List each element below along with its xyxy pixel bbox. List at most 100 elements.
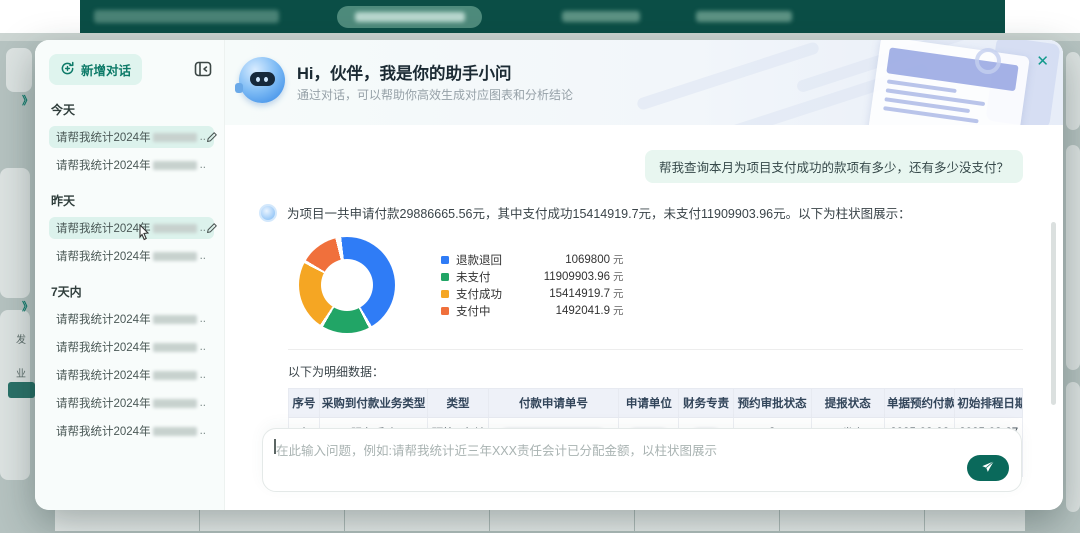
vertical-scrollbar[interactable] bbox=[1051, 222, 1056, 405]
column-header: 付款申请单号 bbox=[487, 388, 620, 419]
ellipsis: .. bbox=[199, 397, 206, 409]
blurred-text bbox=[152, 370, 197, 380]
conversation-item-text: 请帮我统计2024年 bbox=[56, 370, 151, 382]
ellipsis: .. bbox=[199, 250, 206, 262]
ellipsis: .. bbox=[199, 341, 206, 353]
background-text-fragment: 发 bbox=[16, 335, 26, 346]
background-chevron: 》 bbox=[22, 301, 33, 313]
conversation-item[interactable]: 请帮我统计2024年 .. bbox=[49, 126, 236, 148]
assistant-mini-avatar-icon bbox=[259, 204, 277, 222]
legend-value: 11909903.96 bbox=[543, 270, 610, 283]
column-header: 单据预约付款日期 bbox=[883, 388, 956, 419]
conversation-item-text: 请帮我统计2024年 bbox=[56, 160, 151, 172]
text-caret bbox=[274, 439, 276, 454]
legend-swatch bbox=[441, 255, 449, 264]
decorative-illustration bbox=[635, 40, 1063, 125]
conversation-item-text: 请帮我统计2024年 bbox=[56, 426, 151, 438]
background-card bbox=[0, 168, 30, 298]
chat-panel: Hi，伙伴，我是你的助手小问 通过对话，可以帮助你高效生成对应图表和分析结论 ✕… bbox=[225, 40, 1063, 510]
topbar-tab-active[interactable] bbox=[337, 5, 482, 28]
legend-value: 15414919.7 bbox=[549, 287, 610, 300]
legend-swatch bbox=[441, 306, 449, 315]
legend-swatch bbox=[441, 289, 449, 298]
background-text-fragment: 业 bbox=[16, 369, 26, 380]
column-header: 采购到付款业务类型 bbox=[318, 388, 429, 419]
column-header: 申请单位 bbox=[618, 388, 680, 419]
top-navbar bbox=[80, 0, 1005, 33]
legend-label: 未支付 bbox=[456, 271, 491, 284]
topbar-tab[interactable] bbox=[696, 11, 792, 22]
edit-conversation-button[interactable] bbox=[206, 222, 219, 235]
legend-label: 退款退回 bbox=[456, 254, 502, 267]
collapse-sidebar-button[interactable] bbox=[192, 59, 214, 81]
new-conversation-label: 新增对话 bbox=[81, 64, 132, 78]
section-divider bbox=[288, 349, 1023, 351]
new-chat-icon bbox=[60, 61, 75, 79]
conversation-item[interactable]: 请帮我统计2024年 .. bbox=[49, 420, 214, 442]
conversation-item-text: 请帮我统计2024年 bbox=[56, 132, 151, 144]
blurred-text bbox=[152, 132, 197, 142]
legend-unit: 元 bbox=[613, 254, 624, 267]
background-card bbox=[1066, 145, 1080, 370]
assistant-header: Hi，伙伴，我是你的助手小问 通过对话，可以帮助你高效生成对应图表和分析结论 ✕ bbox=[225, 40, 1063, 125]
legend-label: 支付成功 bbox=[456, 288, 502, 301]
collapse-panel-icon bbox=[193, 61, 213, 82]
conversation-item[interactable]: 请帮我统计2024年 .. bbox=[49, 336, 214, 358]
payment-status-chart: 退款退回 1069800 元 未支付 11909903.96 元 支付成功 15… bbox=[299, 237, 1023, 334]
blurred-text bbox=[152, 160, 197, 170]
edit-conversation-button[interactable] bbox=[206, 131, 219, 144]
background-chevron: 》 bbox=[22, 95, 33, 107]
topbar-tab-active-label-blurred bbox=[354, 11, 465, 22]
blurred-text bbox=[152, 251, 197, 261]
legend-unit: 元 bbox=[613, 288, 624, 301]
legend-value: 1492041.9 bbox=[555, 304, 610, 317]
conversation-sidebar: 新增对话 今天 请帮我统计2024年 .. 请帮我统计2024年 .. 昨天 请… bbox=[35, 40, 236, 510]
conversation-item[interactable]: 请帮我统计2024年 .. bbox=[49, 364, 214, 386]
conversation-item-text: 请帮我统计2024年 bbox=[56, 251, 151, 263]
assistant-answer-text: 为项目一共申请付款29886665.56元，其中支付成功15414919.7元，… bbox=[287, 207, 911, 221]
column-header: 财务专责 bbox=[678, 388, 734, 419]
table-header-row: 序号 采购到付款业务类型 类型 付款申请单号 申请单位 财务专责 预约审批状态 … bbox=[288, 388, 1023, 419]
donut-chart bbox=[299, 237, 395, 334]
conversation-item-text: 请帮我统计2024年 bbox=[56, 223, 151, 235]
column-header: 提报状态 bbox=[810, 388, 885, 419]
conversation-item[interactable]: 请帮我统计2024年 .. bbox=[49, 245, 214, 267]
new-conversation-button[interactable]: 新增对话 bbox=[49, 54, 143, 85]
legend-item: 支付成功 15414919.7 元 bbox=[441, 285, 624, 302]
message-composer bbox=[262, 428, 1022, 492]
conversation-item[interactable]: 请帮我统计2024年 .. bbox=[49, 392, 214, 414]
send-button[interactable] bbox=[967, 455, 1009, 481]
blurred-text bbox=[152, 426, 197, 436]
background-card bbox=[6, 48, 32, 92]
background-button-fragment bbox=[8, 382, 35, 398]
column-header: 初始排程日期 bbox=[954, 388, 1023, 419]
conversation-item-text: 请帮我统计2024年 bbox=[56, 342, 151, 354]
conversation-item-text: 请帮我统计2024年 bbox=[56, 398, 151, 410]
chart-legend: 退款退回 1069800 元 未支付 11909903.96 元 支付成功 15… bbox=[441, 251, 624, 319]
legend-swatch bbox=[441, 272, 449, 281]
ellipsis: .. bbox=[199, 425, 206, 437]
conversation-item[interactable]: 请帮我统计2024年 .. bbox=[49, 308, 214, 330]
column-header: 序号 bbox=[288, 388, 320, 419]
background-card bbox=[1066, 382, 1080, 512]
question-input[interactable] bbox=[263, 429, 1021, 491]
ellipsis: .. bbox=[199, 159, 206, 171]
detail-table-label: 以下为明细数据： bbox=[288, 365, 385, 380]
assistant-subtitle: 通过对话，可以帮助你高效生成对应图表和分析结论 bbox=[297, 88, 574, 102]
history-group-label: 7天内 bbox=[51, 285, 82, 299]
assistant-title: Hi，伙伴，我是你的助手小问 bbox=[297, 65, 512, 83]
blurred-text bbox=[152, 342, 197, 352]
blurred-text bbox=[152, 398, 197, 408]
assistant-dialog: 新增对话 今天 请帮我统计2024年 .. 请帮我统计2024年 .. 昨天 请… bbox=[35, 40, 1063, 510]
column-header: 预约审批状态 bbox=[732, 388, 812, 419]
legend-item: 未支付 11909903.96 元 bbox=[441, 268, 624, 285]
column-header: 类型 bbox=[427, 388, 489, 419]
legend-item: 退款退回 1069800 元 bbox=[441, 251, 624, 268]
close-dialog-button[interactable]: ✕ bbox=[1036, 52, 1049, 70]
conversation-item[interactable]: 请帮我统计2024年 .. bbox=[49, 154, 214, 176]
topbar-tab[interactable] bbox=[562, 11, 640, 22]
conversation-item[interactable]: 请帮我统计2024年 .. bbox=[49, 217, 236, 239]
blurred-text bbox=[152, 223, 197, 233]
legend-label: 支付中 bbox=[456, 305, 491, 318]
background-card bbox=[1066, 52, 1080, 130]
